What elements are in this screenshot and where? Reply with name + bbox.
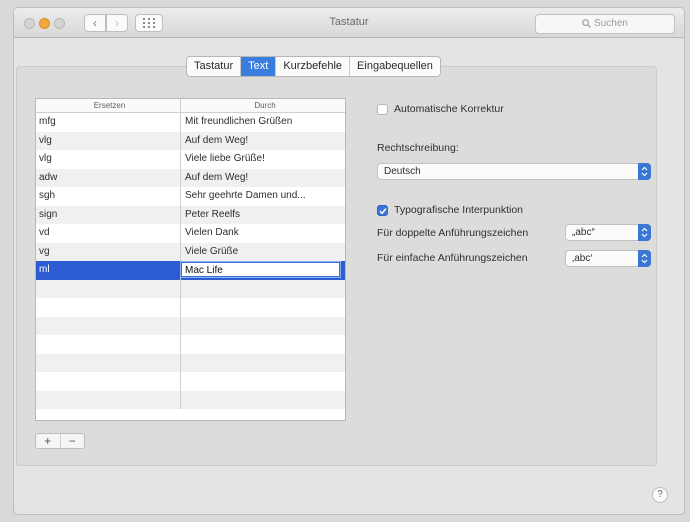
autocorrect-label: Automatische Korrektur [394, 103, 504, 115]
search-placeholder: Suchen [594, 18, 628, 29]
replace-cell: adw [36, 168, 181, 187]
double-quotes-label: Für doppelte Anführungszeichen [377, 227, 529, 239]
remove-button[interactable]: − [61, 434, 85, 448]
table-row[interactable]: vg Viele Grüße [36, 242, 345, 261]
replace-cell: vd [36, 224, 181, 243]
with-cell: Sehr geehrte Damen und... [185, 190, 306, 201]
tab-eingabequellen[interactable]: Eingabequellen [350, 57, 440, 76]
single-quotes-label: Für einfache Anführungszeichen [377, 252, 528, 264]
column-header-replace[interactable]: Ersetzen [36, 99, 181, 112]
spelling-select[interactable]: Deutsch [377, 163, 651, 180]
single-quotes-value: ‚abc‘ [572, 253, 593, 264]
replacement-table: Ersetzen Durch mfg Mit freundlichen Grüße… [35, 98, 346, 421]
empty-cell [181, 372, 345, 391]
empty-table-row[interactable] [36, 335, 345, 354]
select-arrows-icon [638, 163, 651, 180]
empty-cell [181, 280, 345, 299]
empty-table-row[interactable] [36, 298, 345, 317]
replace-cell: vlg [36, 150, 181, 169]
table-row[interactable]: vd Vielen Dank [36, 224, 345, 243]
title-bar: ‹ › Tastatur Suchen [14, 8, 684, 38]
smart-punctuation-checkbox[interactable] [377, 205, 388, 216]
empty-table-row[interactable] [36, 390, 345, 410]
empty-cell [36, 316, 181, 335]
empty-cell [181, 317, 345, 336]
table-row[interactable]: vlg Auf dem Weg! [36, 131, 345, 150]
tab-text[interactable]: Text [241, 57, 277, 76]
smart-punctuation-label: Typografische Interpunktion [394, 204, 523, 216]
table-row[interactable]: vlg Viele liebe Grüße! [36, 150, 345, 169]
empty-cell [181, 391, 345, 410]
empty-table-row[interactable] [36, 353, 345, 373]
empty-table-row[interactable] [36, 372, 345, 391]
with-cell: Auf dem Weg! [185, 134, 249, 146]
with-cell: Vielen Dank [185, 227, 239, 238]
table-row[interactable]: mfg Mit freundlichen Grüßen [36, 113, 345, 132]
table-row[interactable]: adw Auf dem Weg! [36, 168, 345, 187]
search-field[interactable]: Suchen [535, 14, 675, 34]
empty-cell [36, 335, 181, 354]
empty-cell [36, 279, 181, 298]
replace-cell: vlg [36, 131, 181, 150]
double-quotes-select[interactable]: „abc“ [565, 224, 651, 241]
add-button[interactable]: + [36, 434, 61, 448]
table-row[interactable]: sgh Sehr geehrte Damen und... [36, 187, 345, 206]
select-arrows-icon [638, 250, 651, 267]
with-cell[interactable]: Mac Life [181, 262, 340, 277]
empty-cell [181, 298, 345, 317]
checkmark-icon [379, 208, 387, 215]
with-cell: Peter Reelfs [185, 208, 241, 220]
select-arrows-icon [638, 224, 651, 241]
with-cell: Mit freundlichen Grüßen [185, 116, 293, 127]
with-cell: Viele Grüße [185, 245, 239, 257]
with-cell: Viele liebe Grüße! [185, 153, 265, 164]
double-quotes-value: „abc“ [572, 227, 595, 238]
replace-cell: ml [36, 261, 181, 280]
add-remove-control: + − [35, 433, 85, 449]
tab-kurzbefehle[interactable]: Kurzbefehle [276, 57, 351, 76]
replace-cell: sgh [36, 187, 181, 206]
empty-cell [36, 372, 181, 391]
empty-cell [36, 298, 181, 317]
empty-cell [181, 354, 345, 373]
empty-table-row[interactable] [36, 279, 345, 299]
table-body: mfg Mit freundlichen Grüßen vlg Auf dem Weg… [36, 113, 345, 409]
replace-cell: vg [36, 242, 181, 261]
table-header: Ersetzen Durch [36, 99, 345, 113]
help-button[interactable]: ? [652, 487, 668, 503]
spelling-value: Deutsch [384, 166, 421, 177]
spelling-label: Rechtschreibung: [377, 142, 459, 154]
empty-table-row[interactable] [36, 316, 345, 336]
table-row[interactable]: sign Peter Reelfs [36, 205, 345, 224]
with-cell: Auf dem Weg! [185, 171, 249, 183]
autocorrect-checkbox[interactable] [377, 104, 388, 115]
empty-cell [181, 335, 345, 354]
replace-cell: sign [36, 205, 181, 224]
column-header-with[interactable]: Durch [181, 99, 345, 112]
empty-cell [36, 390, 181, 409]
tab-tastatur[interactable]: Tastatur [187, 57, 242, 76]
search-icon [582, 19, 591, 28]
table-row[interactable]: ml Mac Life [36, 261, 345, 280]
single-quotes-select[interactable]: ‚abc‘ [565, 250, 651, 267]
replace-cell: mfg [36, 113, 181, 132]
empty-cell [36, 353, 181, 372]
tab-bar: Tastatur Text Kurzbefehle Eingabequellen [186, 56, 441, 77]
